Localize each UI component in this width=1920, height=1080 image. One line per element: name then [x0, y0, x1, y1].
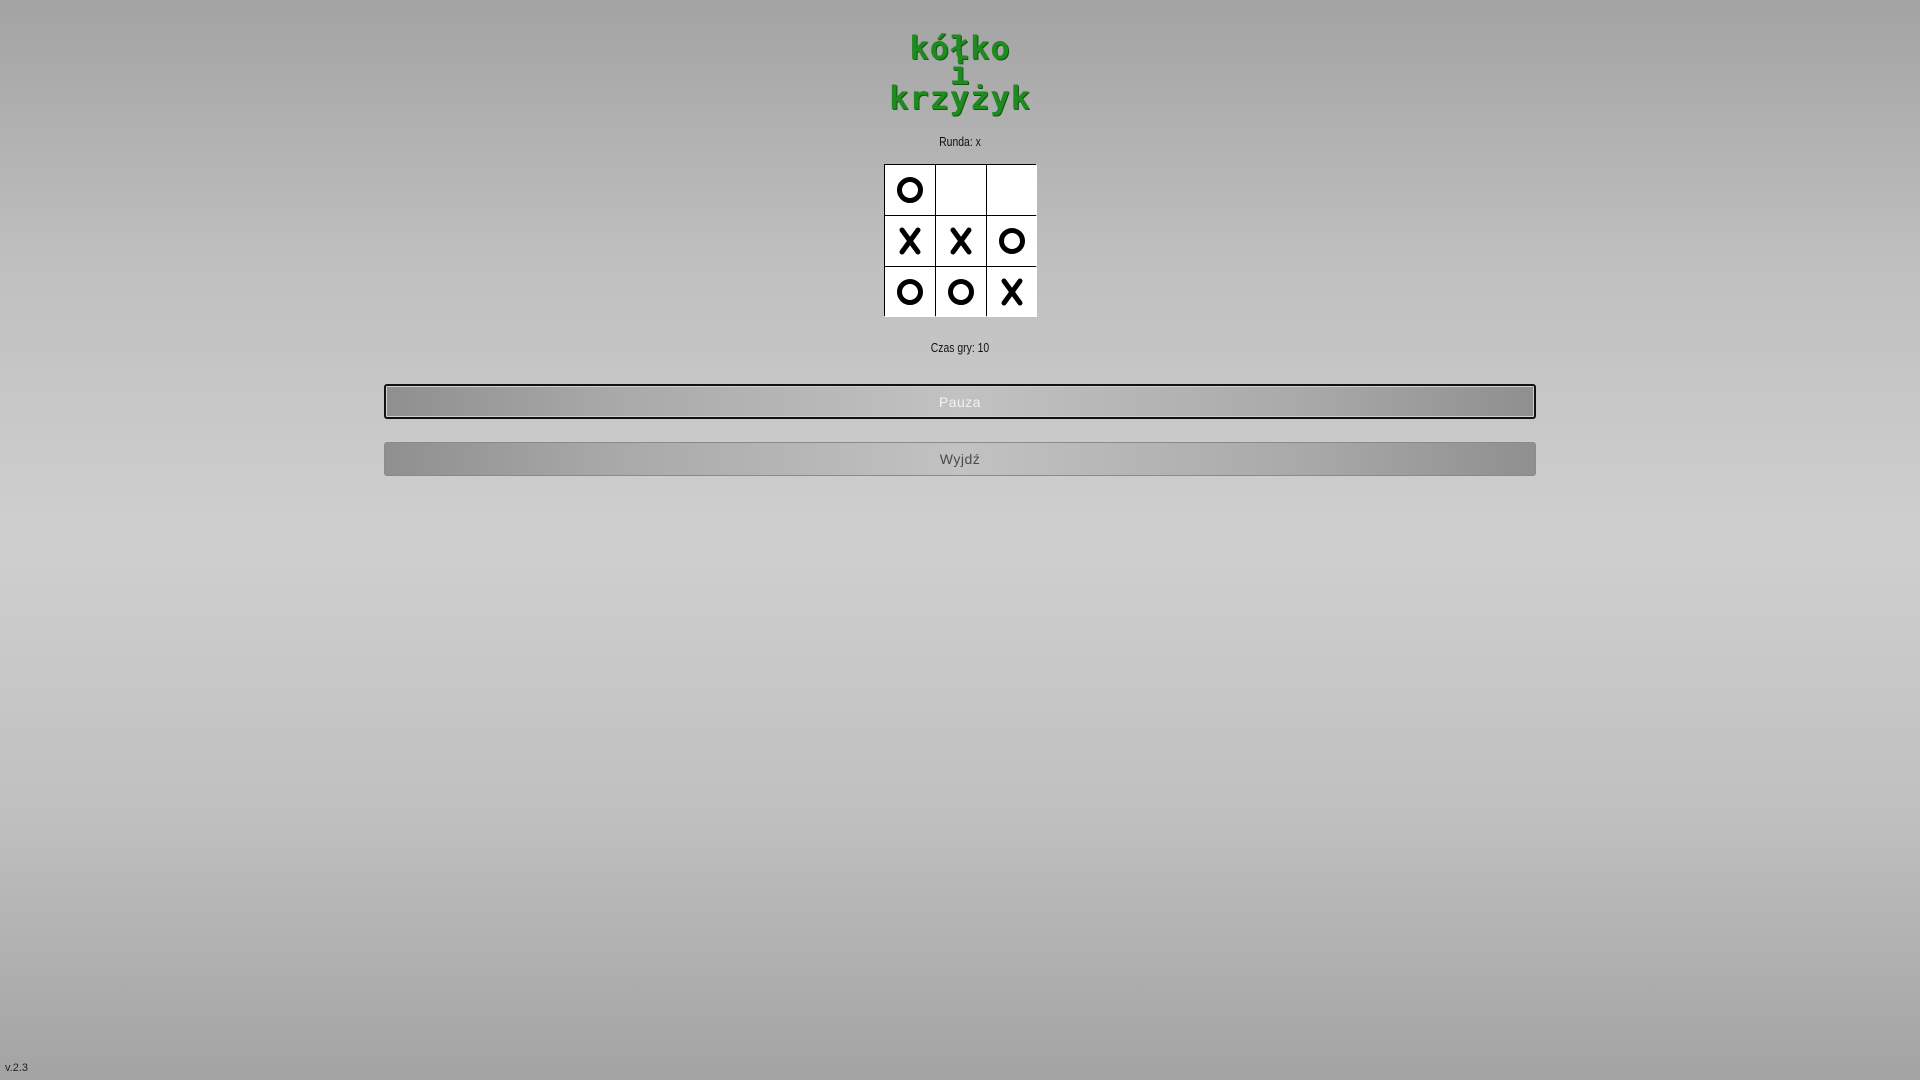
board-cell-5[interactable]: [936, 216, 986, 266]
game-time: Czas gry: 10: [930, 340, 990, 355]
board-cell-4[interactable]: [885, 216, 935, 266]
o-mark-icon: [948, 279, 974, 305]
x-mark-icon: [950, 227, 972, 255]
board-cell-8[interactable]: [936, 267, 986, 317]
o-mark-icon: [897, 279, 923, 305]
o-mark-icon: [897, 177, 923, 203]
version-label: v.2.3: [5, 1062, 29, 1074]
game-board: [884, 164, 1037, 317]
board-cell-7[interactable]: [885, 267, 935, 317]
exit-button[interactable]: Wyjdź: [384, 442, 1536, 476]
board-cell-3[interactable]: [987, 165, 1037, 215]
round-indicator: Runda: x: [939, 134, 981, 149]
board-cell-6[interactable]: [987, 216, 1037, 266]
o-mark-icon: [999, 228, 1025, 254]
board-cell-1[interactable]: [885, 165, 935, 215]
title-line-3: krzyżyk: [889, 79, 1031, 117]
board-cell-9[interactable]: [987, 267, 1037, 317]
x-mark-icon: [899, 227, 921, 255]
game-title: kółko i krzyżyk: [0, 32, 1920, 117]
board-cell-2[interactable]: [936, 165, 986, 215]
x-mark-icon: [1001, 278, 1023, 306]
pause-button[interactable]: Pauza: [384, 384, 1536, 419]
